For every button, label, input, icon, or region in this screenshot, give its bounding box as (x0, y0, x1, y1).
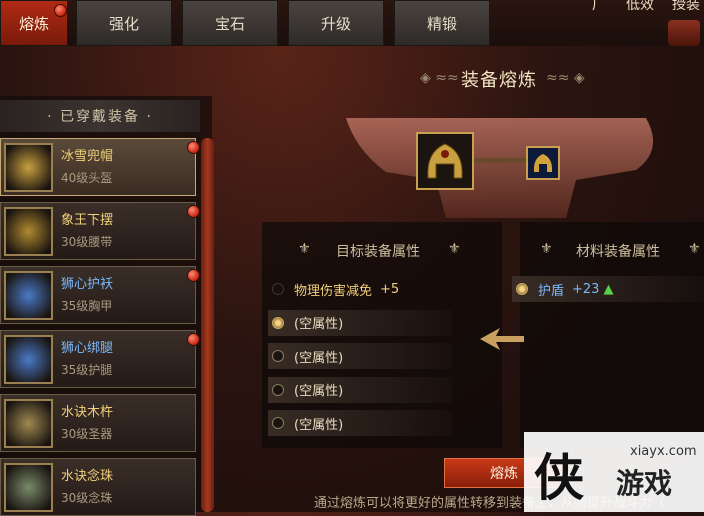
chest-armor-icon (4, 271, 53, 320)
material-helmet-icon (533, 154, 553, 172)
equipment-name: 水诀木杵 (61, 405, 114, 420)
target-attr-row[interactable]: (空属性) (272, 378, 343, 402)
notification-dot (54, 4, 67, 17)
attr-name: (空属性) (294, 384, 344, 399)
material-attr-name: 护盾 (538, 283, 565, 299)
watermark-logo: 侠 (534, 449, 584, 507)
material-attribute-header: 材料装备属性 (576, 244, 660, 260)
material-header-ornament-icon: ⚜ (540, 241, 553, 257)
attr-radio[interactable] (272, 316, 284, 329)
attr-radio[interactable] (272, 350, 284, 362)
tab-refine[interactable]: 精锻 (394, 0, 490, 46)
target-header-ornament-right-icon: ⚜ (448, 241, 461, 257)
pestle-icon (4, 399, 53, 448)
top-link-1[interactable]: 广 (592, 0, 606, 14)
target-attr-row[interactable]: (空属性) (272, 344, 343, 368)
equipment-level: 30级腰带 (61, 235, 113, 249)
radio-selected[interactable] (516, 283, 528, 295)
watermark-site: xiayx.com (630, 444, 697, 459)
attr-name: (空属性) (294, 317, 344, 332)
scrollbar[interactable] (201, 138, 214, 512)
notification-dot (187, 333, 200, 346)
equipment-list-item[interactable]: 冰雪兜帽 40级头盔 (0, 138, 200, 196)
attr-name: (空属性) (294, 350, 344, 366)
notification-dot (187, 141, 200, 154)
top-link-3[interactable]: 授装 (672, 0, 700, 14)
notification-dot (187, 269, 200, 282)
tab-smelt-label: 熔炼 (18, 14, 49, 33)
helmet-icon (427, 143, 463, 179)
equipment-name: 狮心护袄 (61, 277, 114, 292)
equipment-name: 象王下摆 (61, 213, 114, 228)
equipped-title: · 已穿戴装备 · (0, 100, 200, 132)
equipment-level: 35级护腿 (61, 363, 113, 377)
tab-upgrade-label: 升级 (320, 14, 351, 33)
prayer-beads-icon (4, 463, 53, 512)
attr-name: (空属性) (294, 417, 344, 433)
up-arrow-icon: ▲ (603, 281, 614, 297)
top-link-2[interactable]: 低效 (626, 0, 654, 14)
tab-gem-label: 宝石 (214, 14, 245, 33)
target-attr-row[interactable]: (空属性) (272, 311, 343, 335)
book-icon[interactable] (668, 20, 700, 46)
equipment-name: 水诀念珠 (61, 469, 114, 484)
material-attr-bonus: +23 (572, 281, 600, 297)
equipment-list-item[interactable]: 狮心绑腿 35级护腿 (0, 330, 200, 388)
helmet-icon (4, 143, 53, 192)
equipment-name: 冰雪兜帽 (61, 149, 114, 164)
target-attr-row[interactable]: (空属性) (272, 411, 343, 435)
material-header-ornament-right-icon: ⚜ (688, 241, 701, 257)
attr-radio[interactable] (272, 417, 284, 429)
leg-armor-icon (4, 335, 53, 384)
slot-connector (474, 158, 526, 163)
target-attribute-header: 目标装备属性 (336, 244, 420, 260)
tab-strengthen[interactable]: 强化 (76, 0, 172, 46)
attr-bonus: +5 (380, 281, 400, 297)
tab-gem[interactable]: 宝石 (182, 0, 278, 46)
watermark-text: 游戏 (616, 467, 673, 500)
equipment-level: 40级头盔 (61, 171, 113, 185)
equipment-list-item[interactable]: 水诀念珠 30级念珠 (0, 458, 196, 516)
tab-refine-label: 精锻 (426, 14, 457, 33)
belt-icon (4, 207, 53, 256)
tab-strengthen-label: 强化 (108, 14, 139, 33)
attr-name: 物理伤害减免 (294, 283, 373, 299)
anvil-graphic (346, 118, 654, 218)
attr-radio[interactable] (272, 283, 284, 295)
equipment-list-item[interactable]: 狮心护袄 35级胸甲 (0, 266, 200, 324)
equipment-list-item[interactable]: 水诀木杵 30级圣器 (0, 394, 196, 452)
ornament-right-icon: ≈≈ ◈ (546, 70, 585, 86)
ornament-left-icon: ◈ ≈≈ (420, 70, 459, 86)
equipment-level: 30级圣器 (61, 427, 113, 441)
material-attr-row[interactable]: 护盾 +23 ▲ (516, 277, 613, 301)
target-attr-row[interactable]: 物理伤害减免 +5 (272, 277, 399, 301)
attr-radio[interactable] (272, 383, 284, 396)
transfer-arrow-icon (480, 328, 524, 350)
target-equipment-slot[interactable] (416, 132, 474, 190)
material-equipment-slot[interactable] (526, 146, 560, 180)
tab-upgrade[interactable]: 升级 (288, 0, 384, 46)
equipment-level: 35级胸甲 (61, 299, 113, 313)
smelt-button-label: 熔炼 (490, 466, 518, 482)
panel-title: 装备熔炼 (461, 70, 537, 91)
target-header-ornament-icon: ⚜ (298, 241, 311, 257)
equipment-list-item[interactable]: 象王下摆 30级腰带 (0, 202, 200, 260)
equipment-name: 狮心绑腿 (61, 341, 114, 356)
watermark: 侠 xiayx.com 游戏 (524, 432, 704, 512)
equipment-level: 30级念珠 (61, 491, 113, 505)
notification-dot (187, 205, 200, 218)
